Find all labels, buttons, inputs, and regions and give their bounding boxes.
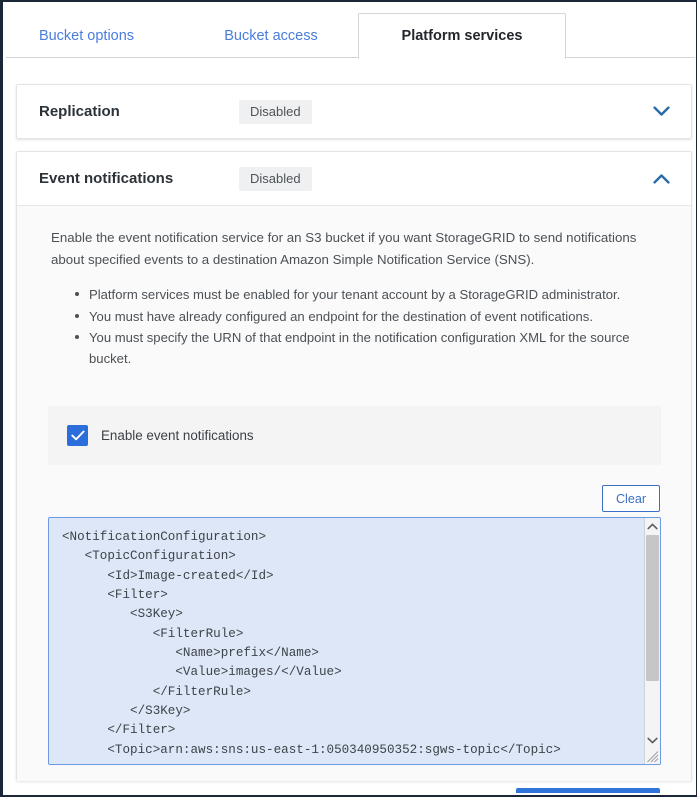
- enable-notifications-panel: Enable event notifications: [48, 406, 661, 465]
- event-notifications-header[interactable]: Event notifications Disabled: [17, 152, 691, 205]
- page-content: Bucket options Bucket access Platform se…: [6, 4, 695, 793]
- chevron-down-icon[interactable]: [651, 102, 671, 122]
- list-item: You must specify the URN of that endpoin…: [75, 327, 661, 370]
- check-icon: [71, 430, 85, 441]
- event-notifications-section: Event notifications Disabled Enable the …: [16, 151, 692, 781]
- replication-header[interactable]: Replication Disabled: [17, 85, 691, 138]
- enable-event-notifications-checkbox[interactable]: [67, 425, 88, 446]
- replication-status-badge: Disabled: [239, 100, 312, 124]
- resize-grip-icon[interactable]: [646, 750, 659, 763]
- tab-bar: Bucket options Bucket access Platform se…: [6, 4, 695, 58]
- notification-xml-input[interactable]: <NotificationConfiguration> <TopicConfig…: [49, 518, 645, 764]
- tab-bucket-access[interactable]: Bucket access: [196, 13, 346, 59]
- tab-platform-services[interactable]: Platform services: [358, 13, 566, 59]
- scroll-down-arrow-icon[interactable]: [645, 732, 660, 748]
- chevron-up-icon[interactable]: [651, 169, 671, 189]
- clear-button[interactable]: Clear: [602, 485, 660, 512]
- event-notifications-body: Enable the event notification service fo…: [17, 205, 691, 781]
- list-item: Platform services must be enabled for yo…: [75, 284, 661, 305]
- replication-section: Replication Disabled: [16, 84, 692, 139]
- scrollbar-thumb[interactable]: [646, 535, 659, 681]
- event-notifications-status-badge: Disabled: [239, 167, 312, 191]
- replication-title: Replication: [39, 103, 239, 120]
- page-frame: Bucket options Bucket access Platform se…: [0, 0, 697, 797]
- save-changes-button[interactable]: Save changes: [516, 788, 660, 793]
- event-notifications-description: Enable the event notification service fo…: [17, 206, 691, 270]
- tab-bucket-options[interactable]: Bucket options: [14, 13, 159, 59]
- event-notifications-title: Event notifications: [39, 170, 239, 187]
- scroll-up-arrow-icon[interactable]: [645, 518, 660, 534]
- xml-vertical-scrollbar[interactable]: [644, 518, 660, 764]
- requirements-list: Platform services must be enabled for yo…: [17, 284, 691, 370]
- list-item: You must have already configured an endp…: [75, 306, 661, 327]
- notification-xml-editor[interactable]: <NotificationConfiguration> <TopicConfig…: [48, 517, 661, 765]
- enable-event-notifications-label: Enable event notifications: [101, 428, 254, 443]
